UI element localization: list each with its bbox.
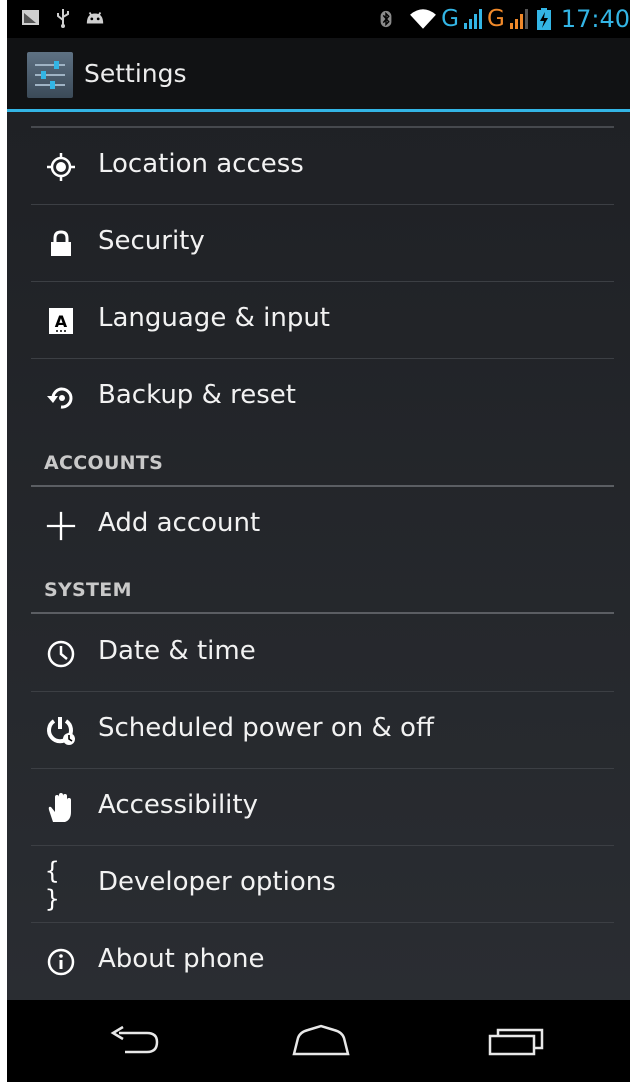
settings-item-date-time[interactable]: Date & time xyxy=(7,616,630,692)
section-divider xyxy=(31,485,614,487)
network-type-2: G xyxy=(487,6,505,32)
section-header-accounts: ACCOUNTS xyxy=(44,452,164,474)
backup-icon xyxy=(45,382,77,414)
settings-item-label: Accessibility xyxy=(98,790,258,820)
wifi-icon xyxy=(410,9,437,29)
settings-item-language-input[interactable]: A Language & input xyxy=(7,283,630,359)
settings-item-accessibility[interactable]: Accessibility xyxy=(7,770,630,846)
lock-icon xyxy=(45,228,77,260)
phone-screen: G G 17:40 Settings Location access Secur… xyxy=(7,0,630,1082)
divider xyxy=(31,922,614,923)
settings-item-label: About phone xyxy=(98,944,265,974)
settings-item-label: Scheduled power on & off xyxy=(98,713,434,743)
status-bar-notifications xyxy=(21,8,105,28)
status-bar: G G 17:40 xyxy=(7,0,630,38)
notification-icon xyxy=(22,10,39,25)
android-icon xyxy=(86,12,104,24)
navigation-bar xyxy=(7,1000,630,1082)
divider xyxy=(31,281,614,282)
divider xyxy=(31,126,614,128)
settings-item-label: Add account xyxy=(98,508,261,538)
home-button[interactable] xyxy=(286,1018,356,1064)
info-icon xyxy=(45,946,77,978)
settings-list: Location access Security A Language & in… xyxy=(7,112,630,1000)
action-bar: Settings xyxy=(7,38,630,112)
page-title: Settings xyxy=(84,59,187,88)
battery-charging-icon xyxy=(536,8,551,30)
clock-icon xyxy=(45,638,77,670)
settings-item-location-access[interactable]: Location access xyxy=(7,129,630,205)
section-divider xyxy=(31,612,614,614)
settings-item-label: Location access xyxy=(98,149,304,179)
recents-button[interactable] xyxy=(481,1018,551,1064)
add-icon xyxy=(45,510,77,542)
settings-app-icon[interactable] xyxy=(27,52,73,98)
settings-item-backup-reset[interactable]: Backup & reset xyxy=(7,360,630,436)
power-schedule-icon xyxy=(45,715,77,747)
settings-item-label: Date & time xyxy=(98,636,256,666)
settings-item-label: Language & input xyxy=(98,303,330,333)
location-icon xyxy=(45,151,77,183)
settings-item-security[interactable]: Security xyxy=(7,206,630,282)
settings-item-label: Developer options xyxy=(98,867,336,897)
status-bar-system-icons: G G 17:40 xyxy=(377,3,630,35)
settings-item-developer-options[interactable]: { } Developer options xyxy=(7,847,630,923)
settings-item-scheduled-power[interactable]: Scheduled power on & off xyxy=(7,693,630,769)
home-icon xyxy=(292,1024,350,1056)
back-icon xyxy=(110,1025,159,1054)
back-button[interactable] xyxy=(99,1018,169,1064)
usb-icon xyxy=(57,9,69,28)
divider xyxy=(31,845,614,846)
divider xyxy=(31,768,614,769)
divider xyxy=(31,358,614,359)
divider xyxy=(31,204,614,205)
braces-icon: { } xyxy=(45,857,62,913)
network-type-1: G xyxy=(441,6,459,32)
settings-item-add-account[interactable]: Add account xyxy=(7,488,630,564)
signal-icon xyxy=(464,9,482,29)
svg-text:A: A xyxy=(55,312,68,331)
hand-icon xyxy=(45,792,77,824)
status-time: 17:40 xyxy=(560,5,630,33)
language-icon: A xyxy=(45,305,77,337)
settings-item-about-phone[interactable]: About phone xyxy=(7,924,630,1000)
recents-icon xyxy=(488,1028,544,1056)
settings-item-label: Backup & reset xyxy=(98,380,296,410)
signal-icon xyxy=(509,9,528,29)
bluetooth-icon xyxy=(380,10,392,28)
divider xyxy=(31,691,614,692)
settings-item-label: Security xyxy=(98,226,205,256)
section-header-system: SYSTEM xyxy=(44,579,132,601)
